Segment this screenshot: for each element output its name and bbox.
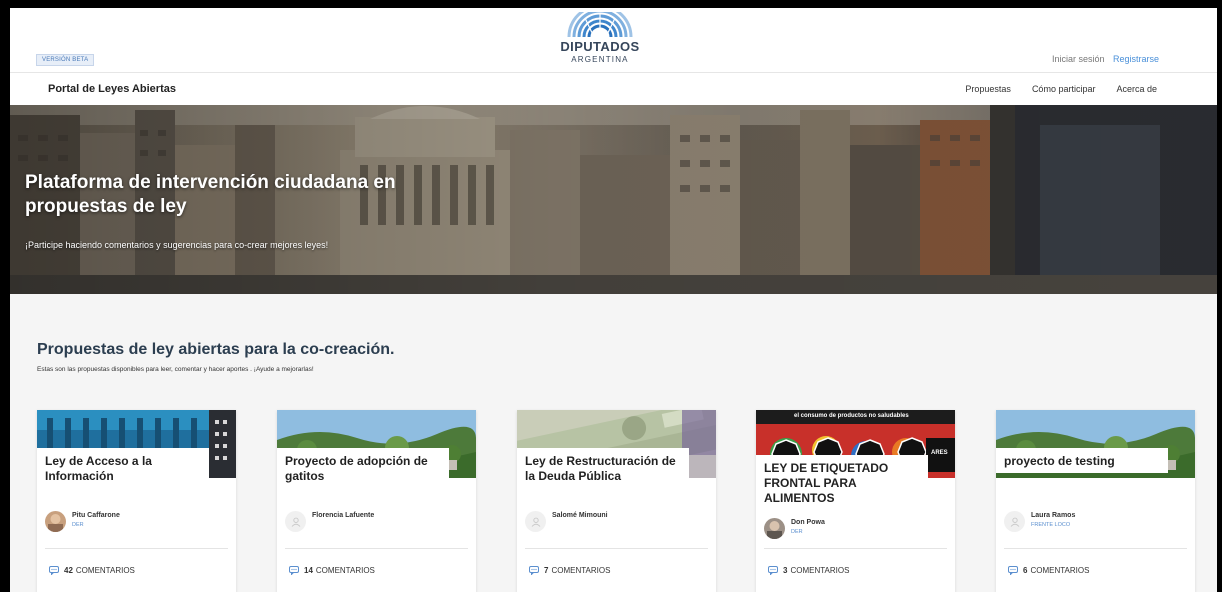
avatar-placeholder <box>525 511 546 532</box>
avatar-placeholder <box>1004 511 1025 532</box>
card-divider <box>525 548 708 549</box>
nav-link-propuestas[interactable]: Propuestas <box>965 84 1011 94</box>
hero-banner: Plataforma de intervención ciudadana en … <box>10 105 1217 294</box>
card-title[interactable]: proyecto de testing <box>1004 454 1162 469</box>
auth-links: Iniciar sesión Registrarse <box>1052 54 1159 64</box>
author-name[interactable]: Don Powa <box>791 519 825 526</box>
author-name[interactable]: Florencia Lafuente <box>312 512 374 519</box>
comment-bubble-icon <box>289 566 299 575</box>
comments-label: COMENTARIOS <box>1030 566 1090 575</box>
proposal-card[interactable]: Ley de Restructuración de la Deuda Públi… <box>517 410 716 592</box>
comments-number: 6 <box>1023 566 1028 575</box>
card-title[interactable]: Ley de Restructuración de la Deuda Públi… <box>525 454 683 484</box>
top-header: VERSIÓN BETA DIPUTADOS ARGENTINA Iniciar… <box>10 8 1217 73</box>
main-nav: Portal de Leyes Abiertas Propuestas Cómo… <box>10 73 1217 105</box>
proposal-card[interactable]: Proyecto de adopción de gatitos Florenci… <box>277 410 476 592</box>
proposal-card[interactable]: Ley de Acceso a la Información Pitu Caff… <box>37 410 236 592</box>
user-icon <box>291 517 300 527</box>
proposal-card[interactable]: el consumo de productos no saludables AR… <box>756 410 955 592</box>
comments-count[interactable]: 6 COMENTARIOS <box>1008 566 1089 575</box>
comments-count[interactable]: 14 COMENTARIOS <box>289 566 375 575</box>
comments-count[interactable]: 7 COMENTARIOS <box>529 566 610 575</box>
card-divider <box>764 548 947 549</box>
comments-label: COMENTARIOS <box>315 566 375 575</box>
comments-label: COMENTARIOS <box>790 566 850 575</box>
comments-label: COMENTARIOS <box>551 566 611 575</box>
card-divider <box>45 548 228 549</box>
card-author: Florencia Lafuente <box>285 511 374 532</box>
comment-bubble-icon <box>529 566 539 575</box>
login-link[interactable]: Iniciar sesión <box>1052 54 1105 64</box>
card-divider <box>1004 548 1187 549</box>
author-party: DER <box>791 529 803 535</box>
logo-title: DIPUTADOS <box>560 39 640 54</box>
avatar <box>764 518 785 539</box>
avatar <box>45 511 66 532</box>
card-title-box: Ley de Restructuración de la Deuda Públi… <box>517 448 689 488</box>
logo-subtitle: ARGENTINA <box>571 55 629 64</box>
section-subtitle: Estas son las propuestas disponibles par… <box>37 366 314 373</box>
card-image-caption: el consumo de productos no saludables <box>794 413 909 419</box>
card-title-box: proyecto de testing <box>996 448 1168 473</box>
author-name[interactable]: Laura Ramos <box>1031 512 1075 519</box>
portal-brand[interactable]: Portal de Leyes Abiertas <box>48 83 176 95</box>
user-icon <box>1010 517 1019 527</box>
comments-number: 42 <box>64 566 73 575</box>
nav-link-acerca-de[interactable]: Acerca de <box>1116 84 1157 94</box>
comments-label: COMENTARIOS <box>75 566 135 575</box>
hero-title: Plataforma de intervención ciudadana en … <box>25 172 396 217</box>
avatar-placeholder <box>285 511 306 532</box>
hero-subtitle: ¡Participe haciendo comentarios y sugere… <box>25 240 329 250</box>
card-title-box: Proyecto de adopción de gatitos <box>277 448 449 488</box>
card-author: Laura Ramos FRENTE LOCO <box>1004 511 1075 532</box>
card-title[interactable]: Ley de Acceso a la Información <box>45 454 203 484</box>
author-name[interactable]: Salomé Mimouni <box>552 512 608 519</box>
card-title[interactable]: LEY DE ETIQUETADO FRONTAL PARA ALIMENTOS <box>764 461 922 506</box>
comment-bubble-icon <box>1008 566 1018 575</box>
author-name[interactable]: Pitu Caffarone <box>72 512 120 519</box>
author-party: FRENTE LOCO <box>1031 522 1071 528</box>
section-title: Propuestas de ley abiertas para la co-cr… <box>37 341 395 358</box>
card-title-box: LEY DE ETIQUETADO FRONTAL PARA ALIMENTOS <box>756 455 928 510</box>
signup-link[interactable]: Registrarse <box>1113 54 1159 64</box>
user-icon <box>531 517 540 527</box>
browser-viewport: VERSIÓN BETA DIPUTADOS ARGENTINA Iniciar… <box>10 8 1217 592</box>
comments-count[interactable]: 42 COMENTARIOS <box>49 566 135 575</box>
beta-badge: VERSIÓN BETA <box>36 54 95 66</box>
comments-count[interactable]: 3 COMENTARIOS <box>768 566 849 575</box>
proposal-card[interactable]: proyecto de testing Laura Ramos FRENTE L… <box>996 410 1195 592</box>
card-author: Pitu Caffarone DER <box>45 511 120 532</box>
card-author: Don Powa DER <box>764 518 825 539</box>
nav-links: Propuestas Cómo participar Acerca de <box>965 84 1157 94</box>
comment-bubble-icon <box>768 566 778 575</box>
comments-number: 7 <box>544 566 549 575</box>
congress-dome-icon <box>567 12 633 38</box>
card-title-box: Ley de Acceso a la Información <box>37 448 209 488</box>
comments-number: 14 <box>304 566 313 575</box>
card-divider <box>285 548 468 549</box>
card-title[interactable]: Proyecto de adopción de gatitos <box>285 454 443 484</box>
comment-bubble-icon <box>49 566 59 575</box>
diputados-logo[interactable]: DIPUTADOS ARGENTINA <box>550 12 650 64</box>
author-party: DER <box>72 522 84 528</box>
card-image-label: ARES <box>931 450 948 456</box>
nav-link-como-participar[interactable]: Cómo participar <box>1032 84 1096 94</box>
card-author: Salomé Mimouni <box>525 511 608 532</box>
comments-number: 3 <box>783 566 788 575</box>
